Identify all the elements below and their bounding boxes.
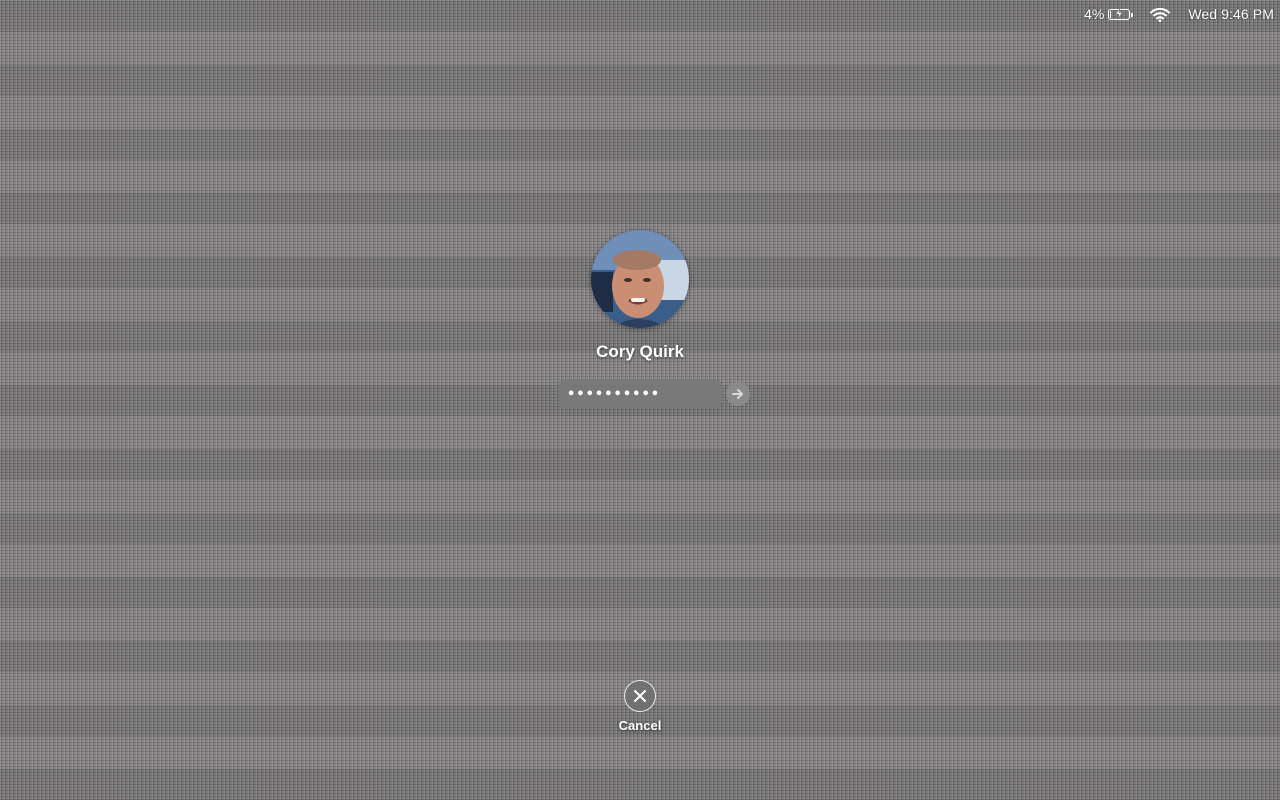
close-icon	[634, 690, 646, 702]
battery-charging-icon	[1108, 7, 1134, 20]
cancel-button[interactable]: Cancel	[0, 680, 1280, 733]
battery-percent: 4%	[1084, 6, 1105, 22]
status-bar: 4% Wed 9:46 PM	[1084, 0, 1280, 28]
clock[interactable]: Wed 9:46 PM	[1188, 6, 1274, 22]
close-circle-icon[interactable]	[624, 680, 656, 712]
login-panel: Cory Quirk ••••••••••	[0, 230, 1280, 409]
user-name: Cory Quirk	[596, 342, 684, 361]
submit-password-button[interactable]	[726, 382, 750, 406]
battery-level-fill	[1110, 10, 1112, 18]
user-avatar[interactable]	[591, 230, 689, 328]
cancel-label[interactable]: Cancel	[619, 718, 662, 733]
password-field[interactable]: ••••••••••	[558, 379, 722, 409]
arrow-right-icon	[732, 389, 743, 399]
password-row: ••••••••••	[558, 379, 750, 409]
user-photo	[591, 230, 689, 328]
battery-status[interactable]: 4%	[1084, 6, 1134, 22]
wifi-icon[interactable]	[1150, 7, 1171, 22]
charging-bolt-icon	[1115, 7, 1123, 19]
